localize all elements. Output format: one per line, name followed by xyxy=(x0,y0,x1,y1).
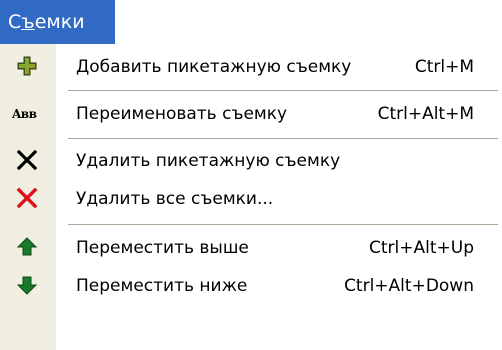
menu-item-label: Удалить все съемки... xyxy=(76,189,274,209)
delete-all-red-x-icon xyxy=(8,180,48,218)
menu-item-add-survey[interactable]: Добавить пикетажную съемку Ctrl+M xyxy=(0,48,502,86)
menu-item-label: Добавить пикетажную съемку xyxy=(76,57,352,77)
menu-item-shortcut: Ctrl+Alt+M xyxy=(377,104,474,124)
add-plus-icon xyxy=(8,48,48,86)
menu-bar: Съемки xyxy=(0,0,502,44)
menu-item-delete-all-surveys[interactable]: Удалить все съемки... xyxy=(0,180,502,218)
menu-item-move-down[interactable]: Переместить ниже Ctrl+Alt+Down xyxy=(0,267,502,305)
menu-title-mnemonic: ъ xyxy=(21,11,35,33)
menu-separator xyxy=(68,224,498,225)
menu-item-label: Переименовать съемку xyxy=(76,104,288,124)
delete-black-x-icon xyxy=(8,142,48,180)
menu-item-rename-survey[interactable]: Aвв Переименовать съемку Ctrl+Alt+M xyxy=(0,95,502,133)
menu-separator xyxy=(68,90,498,91)
rename-abc-icon: Aвв xyxy=(8,95,48,133)
menu-title-first: С xyxy=(8,11,22,33)
rename-icon-text: Aвв xyxy=(12,107,37,121)
menu-item-label: Переместить ниже xyxy=(76,276,248,296)
menu-separator xyxy=(68,138,498,139)
menu-item-label: Удалить пикетажную съемку xyxy=(76,151,341,171)
menu-item-shortcut: Ctrl+M xyxy=(414,57,474,77)
menu-surveys[interactable]: Съемки xyxy=(0,0,115,44)
surveys-dropdown: Добавить пикетажную съемку Ctrl+M Aвв Пе… xyxy=(0,44,502,350)
menu-item-label: Переместить выше xyxy=(76,238,249,258)
arrow-down-icon xyxy=(8,267,48,305)
menu-title-rest: емки xyxy=(34,11,85,33)
menu-item-delete-survey[interactable]: Удалить пикетажную съемку xyxy=(0,142,502,180)
menu-item-shortcut: Ctrl+Alt+Down xyxy=(344,276,474,296)
menu-item-shortcut: Ctrl+Alt+Up xyxy=(369,238,474,258)
menu-item-move-up[interactable]: Переместить выше Ctrl+Alt+Up xyxy=(0,229,502,267)
arrow-up-icon xyxy=(8,229,48,267)
